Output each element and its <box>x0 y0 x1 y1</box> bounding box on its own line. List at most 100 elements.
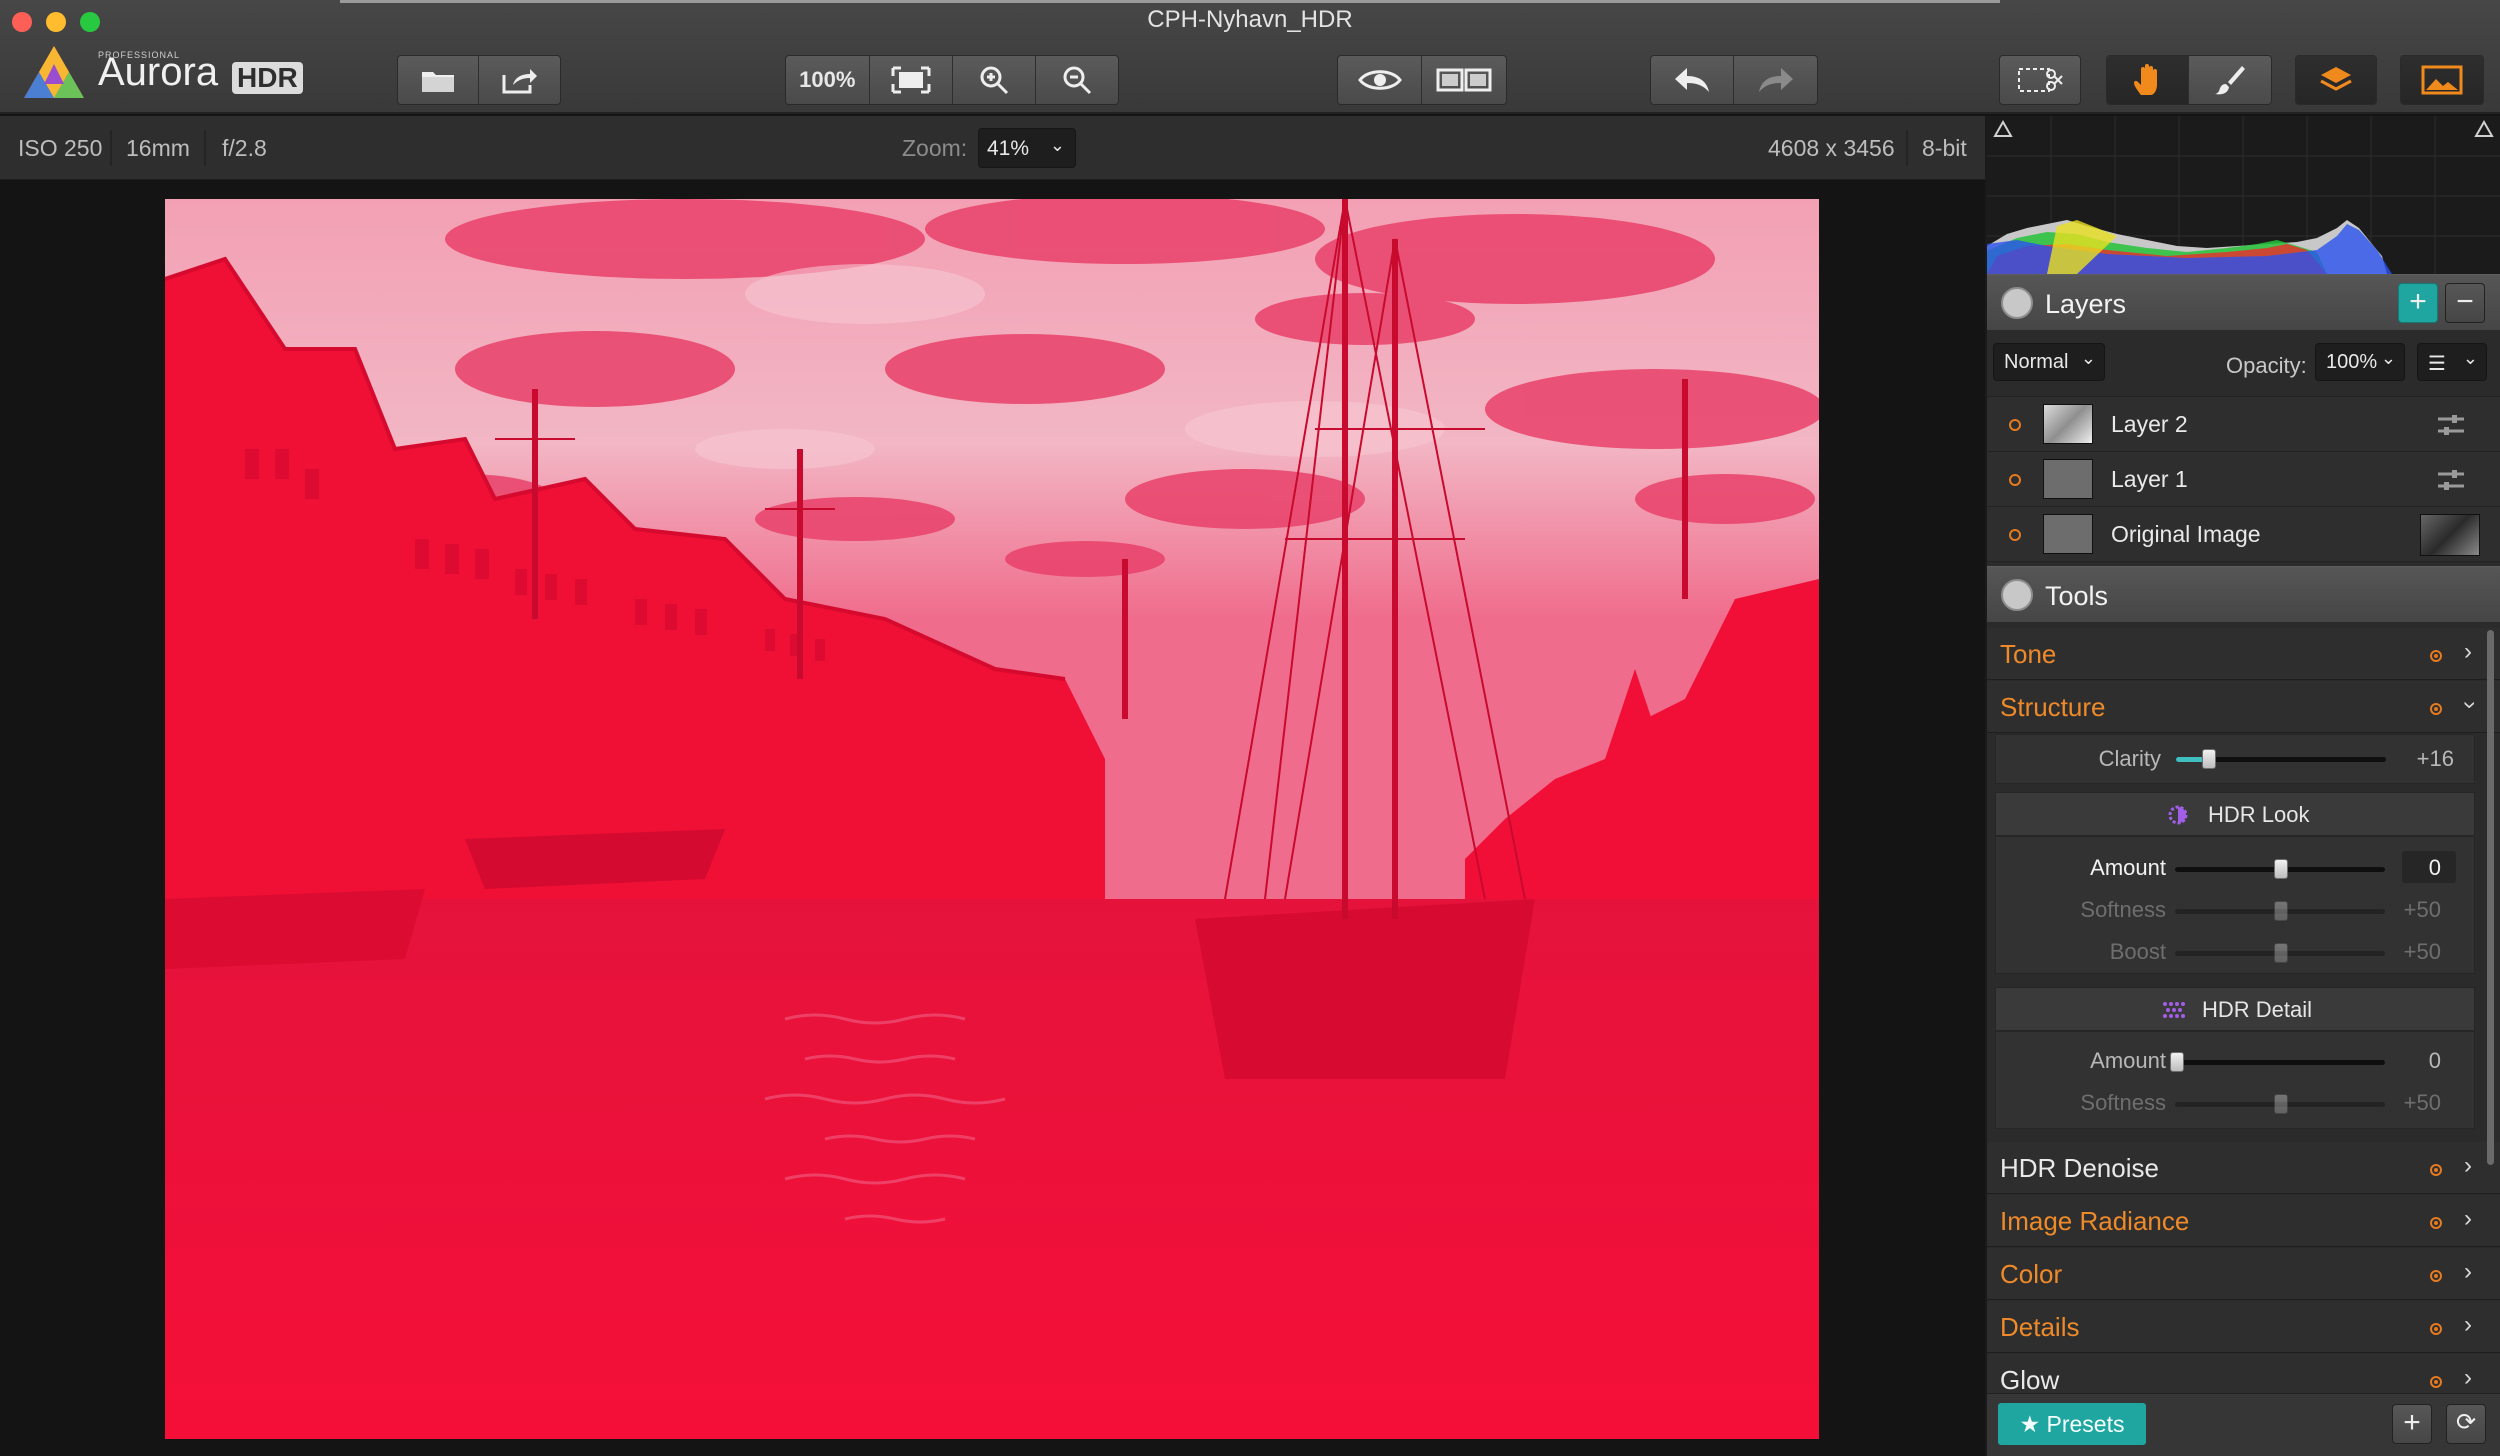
open-button[interactable] <box>398 56 479 104</box>
share-icon <box>502 69 537 94</box>
tool-enable-dot[interactable] <box>2430 703 2442 715</box>
tool-hdr-denoise[interactable]: HDR Denoise › <box>1987 1142 2500 1194</box>
tool-image-radiance[interactable]: Image Radiance › <box>1987 1195 2500 1247</box>
tool-details[interactable]: Details › <box>1987 1301 2500 1353</box>
redo-icon <box>1758 68 1793 92</box>
tool-name: Tone <box>2000 639 2057 669</box>
hdr-look-softness-value: +50 <box>2403 897 2441 922</box>
layer-visibility-dot[interactable] <box>2009 474 2021 486</box>
layer-visibility-dot[interactable] <box>2009 529 2021 541</box>
info-separator <box>204 130 206 166</box>
hdr-detail-amount-slider-track[interactable] <box>2175 1060 2385 1065</box>
zoom-select[interactable]: 41% ⌄ <box>978 128 1076 168</box>
tools-panel-title: Tools <box>2045 581 2109 611</box>
hdr-detail-amount-value: 0 <box>2428 1048 2441 1073</box>
tool-name: Color <box>2000 1259 2063 1289</box>
hdr-look-boost-label: Boost <box>2109 939 2166 964</box>
tool-enable-dot[interactable] <box>2430 1323 2442 1335</box>
photo-canvas[interactable] <box>165 199 1819 1439</box>
layers-panel-title: Layers <box>2045 289 2127 319</box>
bit-depth: 8-bit <box>1922 135 1967 161</box>
tools-panel-header[interactable]: Tools <box>1987 566 2500 623</box>
fit-screen-button[interactable] <box>870 56 953 104</box>
add-layer-button[interactable]: + <box>2398 283 2438 323</box>
layers-panel-header[interactable]: Layers + − <box>1987 274 2500 331</box>
file-button-group <box>397 55 561 105</box>
tool-enable-dot[interactable] <box>2430 650 2442 662</box>
chevron-right-icon: › <box>2464 638 2472 665</box>
crop-transform-icon <box>2018 68 2063 92</box>
app-logo: PROFESSIONAL Aurora HDR <box>22 44 322 104</box>
blend-mode-select[interactable]: Normal ⌄ <box>1993 343 2105 381</box>
clarity-slider-handle[interactable] <box>2202 749 2216 769</box>
hdr-look-amount-slider-handle[interactable] <box>2274 859 2288 879</box>
tool-structure[interactable]: Structure › <box>1987 681 2500 733</box>
title-progress-line <box>340 0 2000 3</box>
share-button[interactable] <box>479 56 560 104</box>
add-preset-button[interactable]: + <box>2392 1404 2432 1444</box>
tool-name: Structure <box>2000 692 2106 722</box>
chevron-right-icon: › <box>2464 1205 2472 1232</box>
hdr-look-amount-value: 0 <box>2428 855 2441 880</box>
tool-tone[interactable]: Tone › <box>1987 628 2500 680</box>
hdr-detail-softness-slider-handle[interactable] <box>2274 1094 2288 1114</box>
layers-panel-button[interactable] <box>2296 56 2376 104</box>
chevron-down-icon: ⌄ <box>2462 348 2478 368</box>
image-panel-button[interactable] <box>2401 56 2483 104</box>
aperture-value: f/2.8 <box>222 135 267 161</box>
chevron-right-icon: › <box>2464 1152 2472 1179</box>
zoom-in-button[interactable] <box>953 56 1036 104</box>
remove-layer-button[interactable]: − <box>2445 283 2485 323</box>
refresh-preset-icon[interactable]: ⟳ <box>2446 1404 2486 1444</box>
zoom-out-icon <box>1063 66 1091 95</box>
history-button-group <box>1650 55 1818 105</box>
layer-item[interactable]: Layer 1 <box>1987 452 2500 507</box>
tool-glow[interactable]: Glow › <box>1987 1354 2500 1394</box>
open-folder-icon <box>422 72 454 92</box>
layer-item[interactable]: Original Image <box>1987 507 2500 562</box>
tool-enable-dot[interactable] <box>2430 1376 2442 1388</box>
chevron-down-icon: ⌄ <box>2380 348 2396 368</box>
opacity-label: Opacity: <box>2226 353 2307 378</box>
zoom-in-icon <box>980 66 1008 95</box>
layer-settings-icon[interactable] <box>2436 468 2466 492</box>
redo-button[interactable] <box>1734 56 1817 104</box>
layers-icon <box>2320 67 2352 91</box>
hdr-detail-softness-value: +50 <box>2403 1090 2441 1115</box>
layer-thumbnail <box>2043 514 2093 554</box>
layers-toggle-group <box>2295 55 2377 105</box>
layer-visibility-dot[interactable] <box>2009 419 2021 431</box>
zoom-100-button[interactable]: 100% <box>786 56 870 104</box>
hdr-look-softness-slider-handle[interactable] <box>2274 901 2288 921</box>
zoom-out-button[interactable] <box>1036 56 1119 104</box>
layer-settings-icon[interactable] <box>2436 413 2466 437</box>
layer-menu-button[interactable]: ☰ ⌄ <box>2417 343 2487 381</box>
hand-tool-button[interactable] <box>2107 56 2189 104</box>
tools-section-icon <box>2001 579 2033 611</box>
tool-color[interactable]: Color › <box>1987 1248 2500 1300</box>
focal-length-value: 16mm <box>126 135 190 161</box>
tool-name: Glow <box>2000 1365 2060 1394</box>
tool-enable-dot[interactable] <box>2430 1217 2442 1229</box>
undo-button[interactable] <box>1651 56 1734 104</box>
opacity-select[interactable]: 100% ⌄ <box>2315 343 2405 381</box>
info-separator <box>110 130 112 166</box>
hdr-detail-amount-slider-handle[interactable] <box>2170 1052 2184 1072</box>
compare-button[interactable] <box>1422 56 1506 104</box>
presets-label: Presets <box>2046 1411 2125 1437</box>
tools-scrollbar[interactable] <box>2487 630 2494 1165</box>
layer-item[interactable]: Layer 2 <box>1987 397 2500 452</box>
presets-button[interactable]: ★ Presets <box>1998 1403 2146 1445</box>
layer-name: Layer 2 <box>2111 411 2188 437</box>
hand-icon <box>2133 64 2157 95</box>
view-button-group <box>1337 55 1507 105</box>
chevron-down-icon: ⌄ <box>1049 135 1065 155</box>
crop-transform-button[interactable] <box>2000 56 2080 104</box>
image-panel-icon <box>2421 65 2463 95</box>
hdr-look-boost-slider-handle[interactable] <box>2274 943 2288 963</box>
tool-enable-dot[interactable] <box>2430 1164 2442 1176</box>
tool-enable-dot[interactable] <box>2430 1270 2442 1282</box>
preview-toggle-button[interactable] <box>1338 56 1422 104</box>
brush-tool-button[interactable] <box>2189 56 2271 104</box>
aurora-logo-icon <box>24 46 84 98</box>
